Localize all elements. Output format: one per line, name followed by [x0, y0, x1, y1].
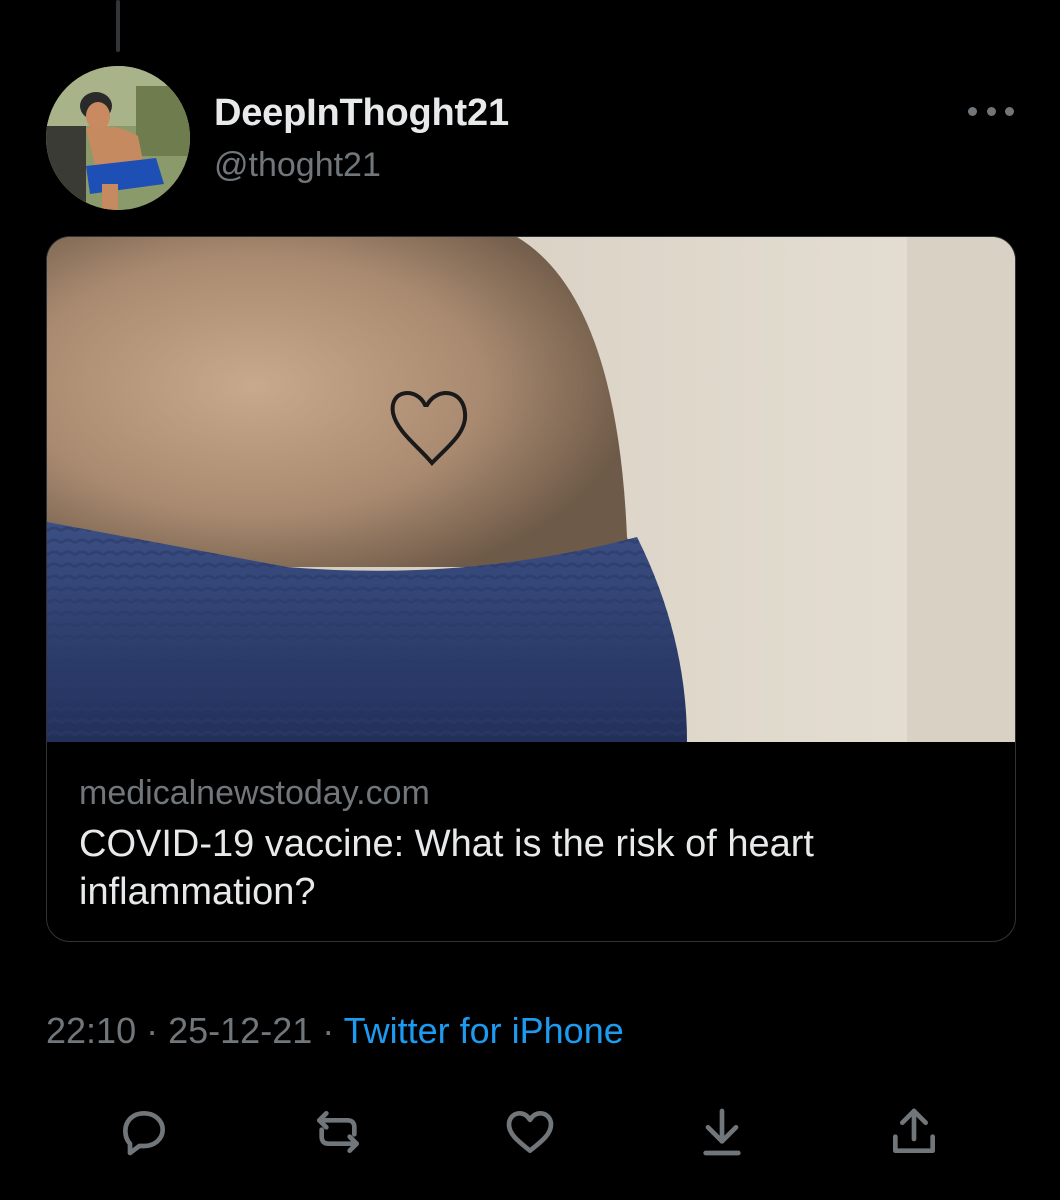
tweet-time[interactable]: 22:10 — [46, 1010, 136, 1051]
tweet-action-bar — [0, 1100, 1060, 1170]
retweet-icon[interactable] — [306, 1100, 370, 1164]
author-display-name[interactable]: DeepInThoght21 — [214, 92, 509, 135]
reply-icon[interactable] — [112, 1100, 176, 1164]
more-dot — [968, 106, 977, 116]
more-dot — [986, 106, 996, 116]
meta-separator: · — [146, 1010, 159, 1051]
card-domain: medicalnewstoday.com — [79, 774, 430, 812]
tweet-date[interactable]: 25-12-21 — [168, 1010, 312, 1051]
download-icon[interactable] — [690, 1100, 754, 1164]
avatar[interactable] — [46, 66, 190, 210]
tweet-meta: 22:10 · 25-12-21 · Twitter for iPhone — [46, 1010, 624, 1052]
author-handle[interactable]: @thoght21 — [214, 146, 381, 185]
meta-separator: · — [322, 1010, 335, 1051]
more-dot — [1005, 106, 1014, 116]
thread-connector-line — [116, 0, 120, 52]
like-icon[interactable] — [498, 1100, 562, 1164]
card-thumbnail — [47, 237, 1015, 742]
more-options-icon[interactable] — [968, 96, 1014, 126]
card-headline: COVID-19 vaccine: What is the risk of he… — [79, 823, 814, 913]
link-preview-card[interactable]: medicalnewstoday.com COVID-19 vaccine: W… — [46, 236, 1016, 942]
tweet-source-link[interactable]: Twitter for iPhone — [344, 1010, 624, 1051]
share-icon[interactable] — [882, 1100, 946, 1164]
avatar-image — [46, 66, 190, 210]
